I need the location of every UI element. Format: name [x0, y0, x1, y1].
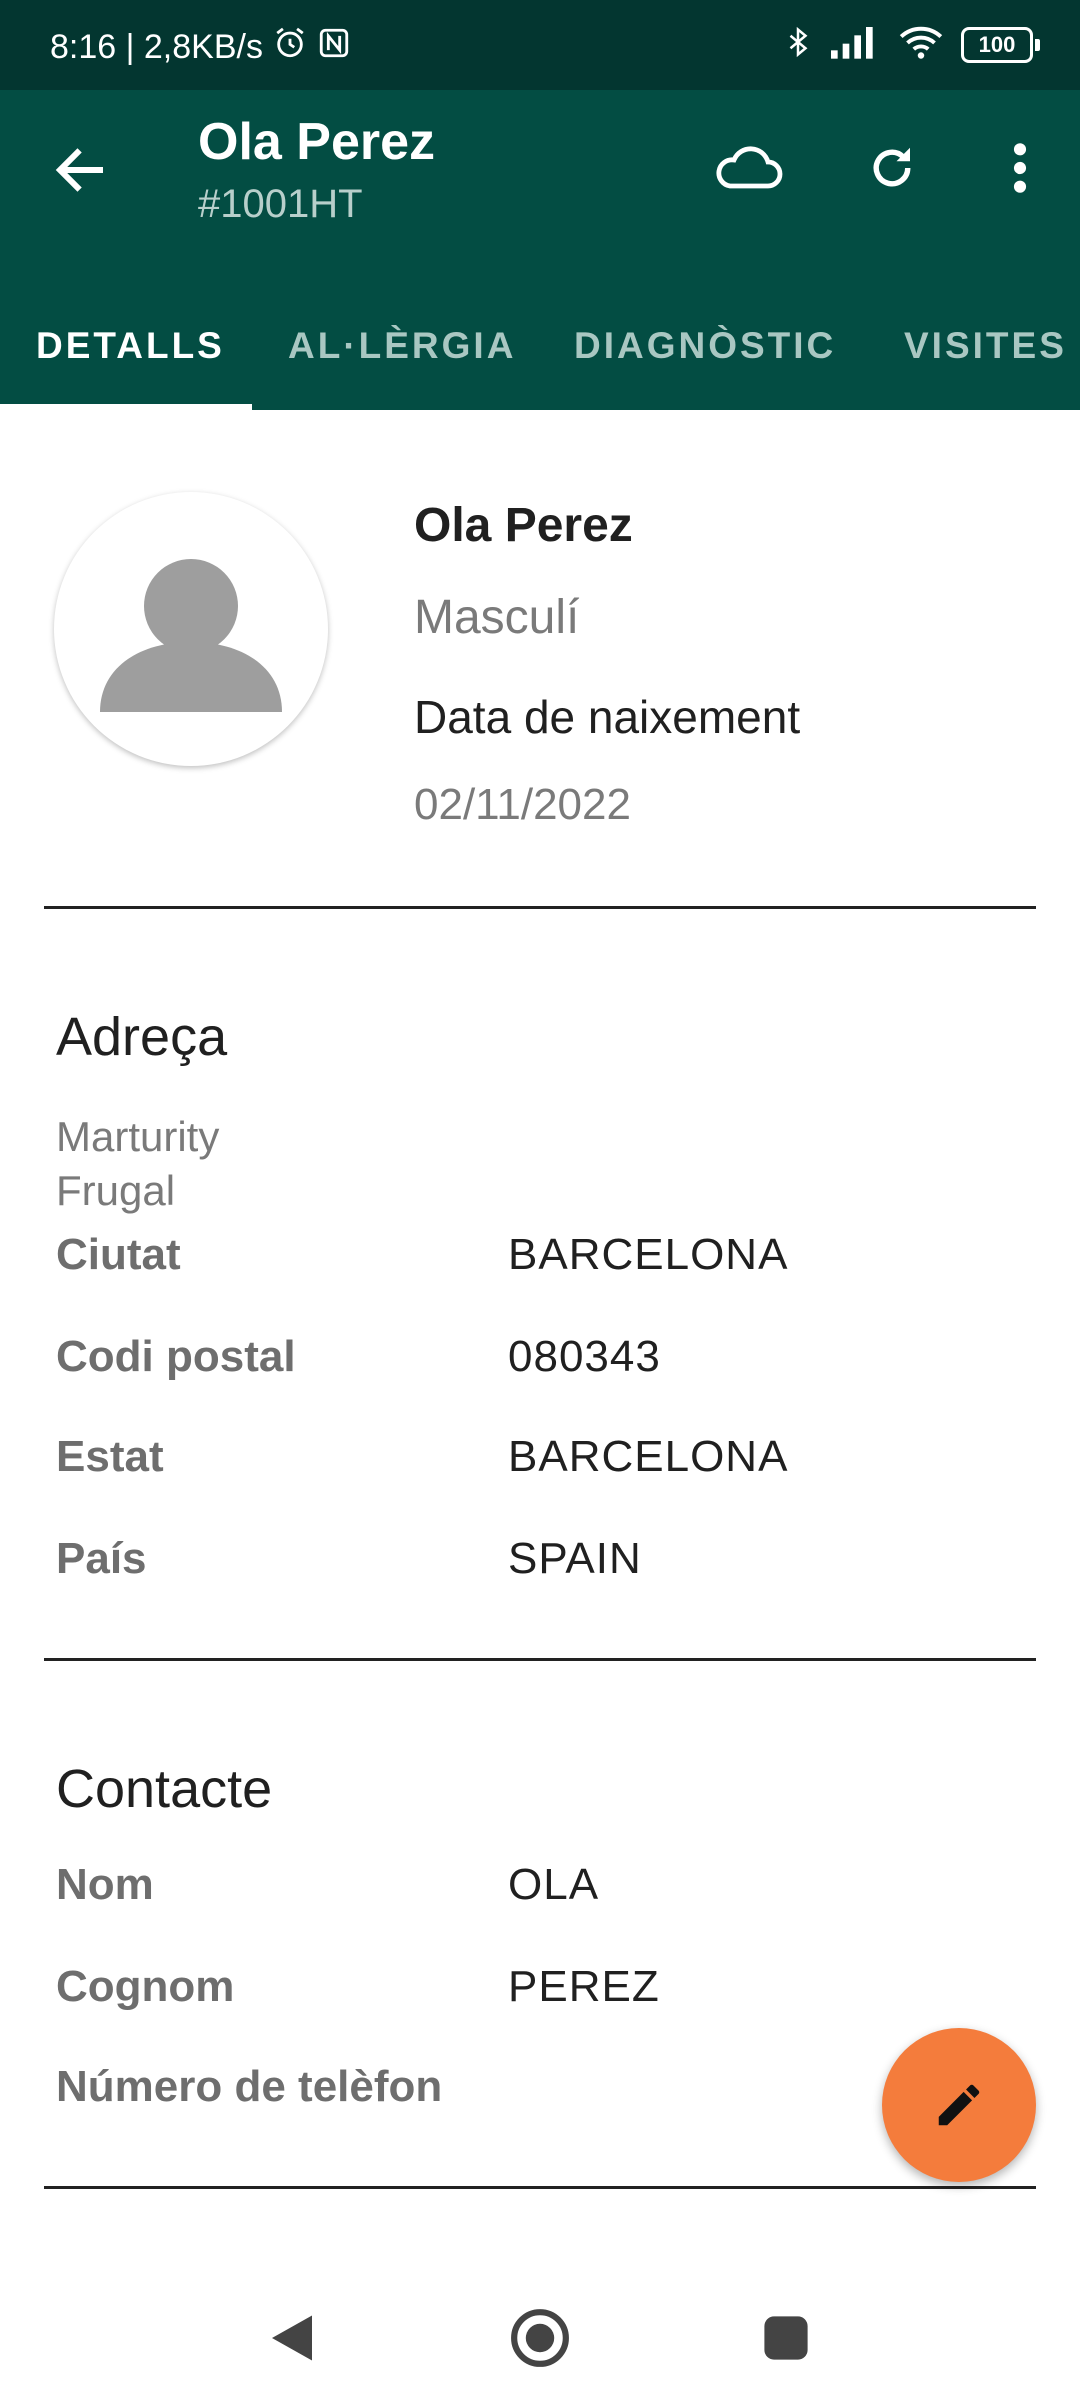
system-nav-bar: [0, 2270, 1080, 2400]
divider: [44, 2186, 1036, 2189]
address-line-1: Marturity: [56, 1113, 220, 1160]
status-bar: 8:16 | 2,8KB/s 100: [0, 0, 1080, 90]
refresh-icon[interactable]: [852, 128, 932, 208]
divider: [44, 1658, 1036, 1661]
state-label: Estat: [56, 1432, 164, 1481]
divider: [44, 906, 1036, 909]
tab-allergia[interactable]: AL·LÈRGIA: [288, 288, 516, 404]
last-name-label: Cognom: [56, 1962, 235, 2011]
edit-button[interactable]: [882, 2028, 1036, 2182]
postal-code-label: Codi postal: [56, 1332, 296, 1381]
alarm-icon: [273, 26, 307, 69]
dob-value: 02/11/2022: [414, 780, 631, 829]
contact-section-title: Contacte: [56, 1759, 273, 1819]
back-arrow-icon[interactable]: [50, 140, 110, 200]
dob-label: Data de naixement: [414, 691, 801, 743]
country-label: País: [56, 1534, 147, 1583]
first-name-value: OLA: [508, 1860, 600, 1909]
battery-icon: 100: [961, 26, 1040, 63]
tab-visites[interactable]: VISITES: [904, 288, 1067, 404]
postal-code-value: 080343: [508, 1332, 661, 1381]
nav-home-icon[interactable]: [500, 2298, 580, 2378]
wifi-icon: [899, 24, 943, 65]
status-left: 8:16 | 2,8KB/s: [50, 26, 351, 69]
phone-label: Número de telèfon: [56, 2062, 443, 2111]
country-value: SPAIN: [508, 1534, 642, 1583]
status-time: 8:16 | 2,8KB/s: [50, 28, 263, 66]
profile-name: Ola Perez: [414, 499, 633, 552]
city-value: BARCELONA: [508, 1230, 789, 1279]
bluetooth-icon: [783, 24, 813, 65]
address-section-title: Adreça: [56, 1007, 228, 1067]
avatar: [54, 492, 328, 766]
tab-diagnostic[interactable]: DIAGNÒSTIC: [574, 288, 836, 404]
last-name-value: PEREZ: [508, 1962, 660, 2011]
status-right: 100: [783, 24, 1040, 65]
person-icon: [100, 559, 282, 712]
first-name-label: Nom: [56, 1860, 154, 1909]
battery-level: 100: [961, 26, 1033, 63]
app-bar: Ola Perez #1001HT DETALLS AL·LÈRGIA DIAG…: [0, 90, 1080, 410]
address-line-2: Frugal: [56, 1167, 176, 1214]
patient-id: #1001HT: [198, 182, 363, 226]
city-label: Ciutat: [56, 1230, 181, 1279]
profile-gender: Masculí: [414, 591, 580, 644]
tab-detalls[interactable]: DETALLS: [36, 288, 225, 404]
state-value: BARCELONA: [508, 1432, 789, 1481]
nav-back-icon[interactable]: [252, 2298, 332, 2378]
nfc-icon: [317, 26, 351, 69]
signal-icon: [831, 25, 881, 64]
tab-indicator: [0, 404, 252, 410]
nav-recents-icon[interactable]: [746, 2298, 826, 2378]
more-vert-icon[interactable]: [980, 128, 1060, 208]
patient-title: Ola Perez: [198, 113, 436, 171]
cloud-icon[interactable]: [708, 128, 788, 208]
pencil-icon: [938, 2084, 980, 2126]
tab-bar: DETALLS AL·LÈRGIA DIAGNÒSTIC VISITES: [0, 288, 1080, 410]
